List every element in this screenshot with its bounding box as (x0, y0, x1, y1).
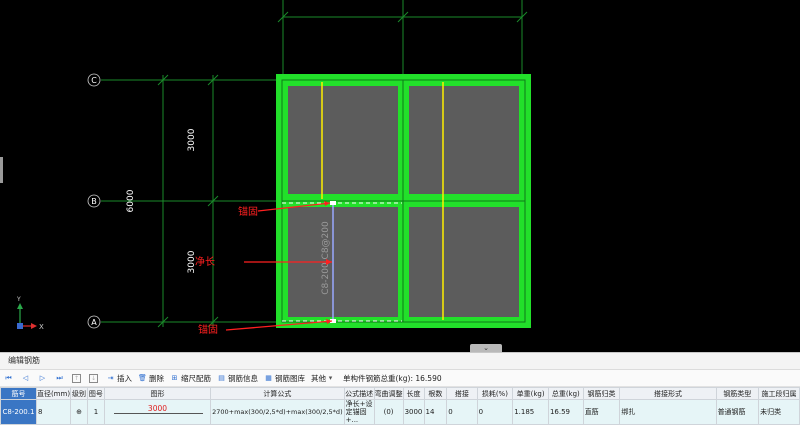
cad-viewport[interactable]: C B A 3000 3000 6000 C8-200 C8@200 锚固 净长… (0, 0, 800, 352)
insert-button[interactable]: ⇥ 插入 (106, 373, 132, 384)
cell-bar-no[interactable]: C8-200.1 (0, 399, 37, 425)
col-header-bend-adjust[interactable]: 弯曲调整 (373, 387, 404, 400)
annotation-anchor-top: 锚固 (238, 206, 258, 218)
axis-label-b: B (91, 197, 97, 206)
rebar-label: C8-200 C8@200 (321, 221, 331, 295)
last-icon: ⏭ (56, 373, 63, 382)
slab-panel-top-left[interactable] (288, 86, 398, 194)
dim-text-total: 6000 (126, 189, 136, 212)
shape-length[interactable]: 3000 (106, 404, 209, 413)
first-button[interactable]: ⏮ (4, 374, 15, 383)
col-header-lap-type[interactable]: 搭接形式 (619, 387, 717, 400)
col-header-formula[interactable]: 计算公式 (210, 387, 345, 400)
next-icon: ▷ (39, 373, 46, 382)
cell-lap-type[interactable]: 绑扎 (619, 399, 717, 425)
col-header-shape[interactable]: 图形 (103, 387, 212, 400)
annotation-net-length: 净长 (195, 255, 215, 268)
rebar-info-button[interactable]: ▤ 钢筋信息 (217, 373, 258, 384)
shape-drawing: 3000 (106, 401, 209, 423)
ucs-y-label: Y (16, 296, 21, 303)
rebar-edit-panel: 编辑钢筋 ⏮ ◁ ▷ ⏭ ↑ ↓ ⇥ 插入 🗑 删除 ⊞ 缩尺配筋 ▤ 钢筋信息 ▦ 钢筋… (0, 352, 800, 431)
first-icon: ⏮ (5, 373, 12, 382)
cell-description[interactable]: 净长+设定锚固+... (343, 399, 375, 425)
slab-panel-bottom-right[interactable] (409, 207, 519, 317)
cell-bend-adjust[interactable]: (0) (373, 399, 404, 425)
col-header-category[interactable]: 钢筋归类 (582, 387, 621, 400)
cell-length[interactable]: 3000 (402, 399, 425, 425)
last-button[interactable]: ⏭ (55, 374, 66, 383)
chevron-down-icon: ▾ (328, 373, 333, 382)
trash-icon: 🗑 (138, 373, 147, 382)
cell-grade[interactable]: ⊕ (70, 399, 88, 425)
panel-toolbar: ⏮ ◁ ▷ ⏭ ↑ ↓ ⇥ 插入 🗑 删除 ⊞ 缩尺配筋 ▤ 钢筋信息 ▦ 钢筋图库 其他… (0, 370, 800, 387)
move-up-icon: ↑ (72, 373, 81, 383)
drawing-canvas[interactable]: C B A 3000 3000 6000 C8-200 C8@200 锚固 净长… (0, 0, 800, 352)
rebar-library-button[interactable]: ▦ 钢筋图库 (264, 373, 305, 384)
cell-unit-weight[interactable]: 1.185 (512, 399, 549, 425)
prev-button[interactable]: ◁ (21, 374, 32, 383)
cell-diameter[interactable]: 8 (35, 399, 72, 425)
side-panel-handle[interactable] (0, 157, 3, 183)
collapse-panel-button[interactable]: ⌄ (470, 344, 502, 352)
col-header-description[interactable]: 公式描述 (343, 387, 375, 400)
table-row[interactable]: C8-200.1 8 ⊕ 1 3000 2700+max(300/2,5*d)+… (0, 399, 800, 425)
move-down-icon: ↓ (89, 373, 98, 383)
scale-icon: ⊞ (171, 373, 178, 382)
col-header-diameter[interactable]: 直径(mm) (35, 387, 72, 400)
col-header-rebar-type[interactable]: 钢筋类型 (715, 387, 760, 400)
scale-rebar-button[interactable]: ⊞ 缩尺配筋 (170, 373, 211, 384)
col-header-loss[interactable]: 损耗(%) (476, 387, 514, 400)
rebar-table: 筋号 直径(mm) 级别 图号 图形 计算公式 公式描述 弯曲调整 长度 根数 … (0, 387, 800, 425)
cell-total-weight[interactable]: 16.59 (547, 399, 584, 425)
dim-text-top-span: 3000 (187, 128, 197, 151)
slab-panel-top-right[interactable] (409, 86, 519, 194)
cell-count[interactable]: 14 (423, 399, 448, 425)
cell-category[interactable]: 直筋 (582, 399, 621, 425)
col-header-length[interactable]: 长度 (402, 387, 425, 400)
cell-stage[interactable]: 未归类 (758, 399, 800, 425)
library-icon: ▦ (265, 373, 272, 382)
col-header-lap[interactable]: 搭接 (446, 387, 478, 400)
cell-formula[interactable]: 2700+max(300/2,5*d)+max(300/2,5*d) (210, 399, 345, 425)
axis-label-c: C (91, 76, 97, 85)
cell-lap[interactable]: 0 (446, 399, 478, 425)
move-down-button[interactable]: ↓ (89, 373, 100, 383)
cell-rebar-type[interactable]: 普通钢筋 (715, 399, 760, 425)
total-weight: 单构件钢筋总重(kg): 16.590 (343, 373, 442, 383)
axis-label-a: A (91, 318, 97, 327)
insert-icon: ⇥ (107, 373, 114, 382)
ucs-origin-icon (17, 323, 23, 329)
other-menu[interactable]: 其他 ▾ (311, 373, 337, 384)
prev-icon: ◁ (22, 373, 29, 382)
ucs-x-label: X (39, 323, 44, 331)
cell-shape-no[interactable]: 1 (86, 399, 105, 425)
col-header-grade[interactable]: 级别 (70, 387, 88, 400)
move-up-button[interactable]: ↑ (72, 373, 83, 383)
cell-shape[interactable]: 3000 (103, 399, 212, 425)
panel-title: 编辑钢筋 (0, 353, 800, 370)
col-header-total-weight[interactable]: 总重(kg) (547, 387, 584, 400)
col-header-unit-weight[interactable]: 单重(kg) (512, 387, 549, 400)
col-header-count[interactable]: 根数 (423, 387, 448, 400)
info-icon: ▤ (218, 373, 225, 382)
delete-button[interactable]: 🗑 删除 (138, 373, 164, 384)
shape-line (113, 413, 204, 414)
next-button[interactable]: ▷ (38, 374, 49, 383)
col-header-shape-no[interactable]: 图号 (86, 387, 105, 400)
col-header-stage[interactable]: 施工段归属 (758, 387, 800, 400)
table-header-row: 筋号 直径(mm) 级别 图号 图形 计算公式 公式描述 弯曲调整 长度 根数 … (0, 387, 800, 400)
annotation-anchor-bottom: 锚固 (198, 324, 218, 336)
col-header-bar-no[interactable]: 筋号 (0, 387, 37, 400)
cell-loss[interactable]: 0 (476, 399, 514, 425)
